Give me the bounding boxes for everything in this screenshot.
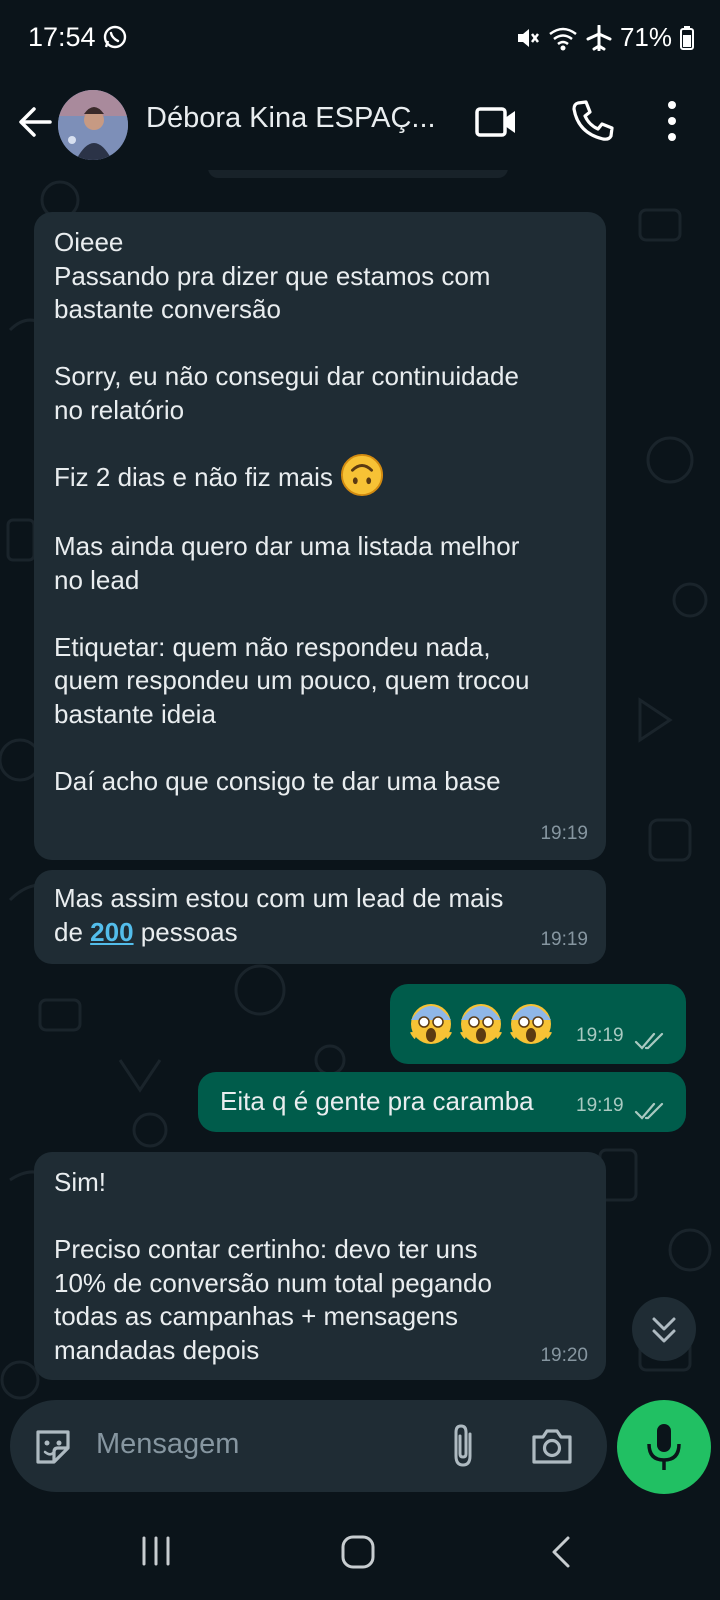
system-navigation-bar xyxy=(0,1510,720,1600)
face-screaming-in-fear-emoji xyxy=(508,1004,554,1044)
face-screaming-in-fear-emoji xyxy=(408,1004,454,1044)
avatar[interactable] xyxy=(58,90,128,160)
airplane-icon xyxy=(586,24,612,51)
mute-icon xyxy=(517,28,539,47)
scroll-to-bottom-button[interactable] xyxy=(632,1297,696,1361)
outgoing-message[interactable]: 19:19 xyxy=(390,984,686,1064)
message-text: Eita q é gente pra caramba xyxy=(220,1086,534,1116)
voice-call-icon[interactable] xyxy=(570,98,614,142)
status-icons: 71% xyxy=(514,22,694,53)
message-input[interactable]: Mensagem xyxy=(96,1428,239,1461)
double-chevron-down-icon xyxy=(652,1317,676,1343)
recent-apps-icon[interactable] xyxy=(140,1534,174,1568)
attach-icon[interactable] xyxy=(448,1422,478,1468)
incoming-message[interactable]: Oieee Passando pra dizer que estamos com… xyxy=(34,212,606,860)
face-screaming-in-fear-emoji xyxy=(458,1004,504,1044)
back-icon[interactable] xyxy=(548,1534,574,1570)
message-time: 19:19 xyxy=(576,1024,624,1046)
message-composer: Mensagem xyxy=(10,1400,607,1492)
battery-percent: 71% xyxy=(619,22,672,52)
upside-down-face-emoji xyxy=(341,453,384,496)
read-receipt-icon xyxy=(634,1102,664,1120)
voice-message-button[interactable] xyxy=(617,1400,711,1494)
message-text-part: pessoas xyxy=(133,916,238,947)
outgoing-message[interactable]: Eita q é gente pra caramba 19:19 xyxy=(198,1072,686,1132)
arrow-left-icon[interactable] xyxy=(16,102,56,142)
message-text: Sim! Preciso contar certinho: devo ter u… xyxy=(54,1167,492,1365)
message-text: Oieee Passando pra dizer que estamos com… xyxy=(54,226,594,798)
message-time: 19:19 xyxy=(540,928,588,950)
message-time: 19:19 xyxy=(540,822,588,844)
message-text: Mas assim estou com um lead de mais de 2… xyxy=(54,882,594,949)
status-bar: 17:54 71% xyxy=(0,0,720,80)
read-receipt-icon xyxy=(634,1032,664,1050)
status-time: 17:54 xyxy=(28,22,96,52)
emoji-row xyxy=(408,1000,554,1046)
home-icon[interactable] xyxy=(340,1534,376,1570)
sticker-icon[interactable] xyxy=(32,1426,74,1468)
message-time: 19:20 xyxy=(540,1344,588,1366)
camera-icon[interactable] xyxy=(530,1426,574,1466)
whatsapp-notification-icon xyxy=(103,25,127,49)
chat-header: Débora Kina ESPAÇ... xyxy=(0,80,720,170)
message-text-part: Oieee Passando pra dizer que estamos com… xyxy=(54,227,519,492)
battery-icon xyxy=(680,25,694,50)
incoming-message[interactable]: Sim! Preciso contar certinho: devo ter u… xyxy=(34,1152,606,1380)
more-options-icon[interactable] xyxy=(660,98,684,144)
message-time: 19:19 xyxy=(576,1094,624,1116)
contact-name[interactable]: Débora Kina ESPAÇ... xyxy=(146,102,436,135)
message-text-part: Mas ainda quero dar uma listada melhor n… xyxy=(54,531,530,796)
video-call-icon[interactable] xyxy=(474,102,518,142)
wifi-icon xyxy=(549,27,577,50)
incoming-message[interactable]: Mas assim estou com um lead de mais de 2… xyxy=(34,870,606,964)
mic-icon xyxy=(647,1424,681,1470)
phone-number-link[interactable]: 200 xyxy=(90,917,133,947)
